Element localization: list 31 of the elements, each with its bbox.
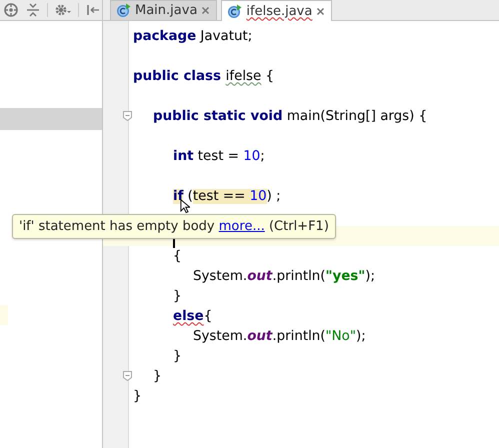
editor-tab[interactable]: Main.java [110,0,218,20]
code-line: if (test == 10) ; [173,188,281,204]
fold-icon[interactable] [123,111,132,121]
line-highlight [0,305,8,325]
tooltip-text: 'if' statement has empty body more... (Ctrl+F1) [19,219,329,234]
tab-label: ifelse.java [246,4,312,18]
locate-icon[interactable] [3,2,19,18]
more-link[interactable]: more... [218,219,265,234]
pin-left-icon[interactable] [85,2,101,18]
tab-label: Main.java [135,3,198,18]
code-line: package Javatut; [133,28,252,44]
code-line: public static void main(String[] args) { [153,108,428,124]
fold-icon[interactable] [123,371,132,381]
code-line: } [173,288,182,304]
close-icon[interactable] [316,6,326,16]
code-line: { [173,248,182,264]
code-line: public class ifelse { [133,68,274,84]
gear-icon[interactable] [54,2,72,18]
code-line: } [173,348,182,364]
collapse-icon[interactable] [25,2,41,18]
code-line: System.out.println("No"); [193,328,366,344]
code-line: int test = 10; [173,148,265,164]
class-file-icon [116,3,131,18]
mouse-cursor-icon [180,199,190,214]
close-icon[interactable] [201,6,210,15]
editor-tab[interactable]: ifelse.java [221,0,332,21]
code-line: } [153,368,162,384]
code-line: else{ [173,308,212,324]
code-line: System.out.println("yes"); [193,268,375,284]
class-file-icon [227,4,242,18]
code-line: } [133,388,142,404]
